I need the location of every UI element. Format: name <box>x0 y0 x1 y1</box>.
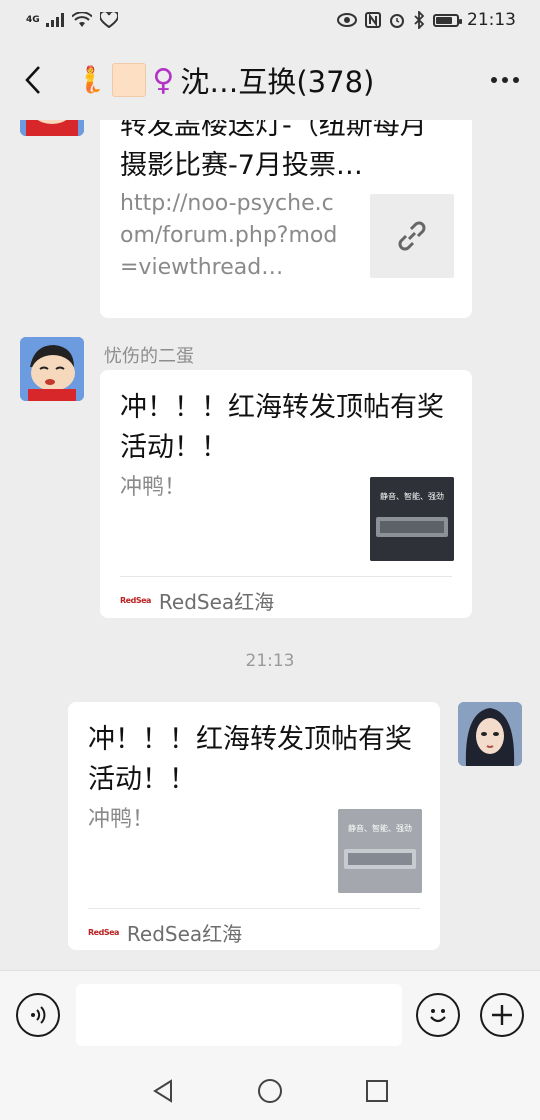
nav-back-button[interactable] <box>151 1078 175 1108</box>
thumbnail-caption: 静音、智能、强劲 <box>380 491 444 501</box>
status-bar: 4G 21:13 <box>0 0 540 40</box>
eye-icon <box>337 13 357 27</box>
sender-avatar-shinchan[interactable] <box>20 337 84 401</box>
mini-card-description: 冲鸭！ <box>88 807 155 832</box>
mini-card-description: 冲鸭！ <box>120 475 187 500</box>
sender-avatar-shinchan[interactable] <box>20 120 84 136</box>
signal-icon <box>46 13 64 27</box>
female-sign-emoji: ♀ <box>152 62 175 98</box>
square-recents-icon <box>366 1080 388 1102</box>
heart-icon <box>100 12 118 28</box>
chat-title: 🧜 ♀ 沈…互换(378) <box>66 59 470 101</box>
voice-input-button[interactable] <box>16 993 60 1037</box>
mini-card-title: 冲！！！红海转发顶帖有奖活动！！ <box>120 392 444 463</box>
product-image: 静音、智能、强劲 <box>338 809 422 893</box>
card-source-label: RedSea红海 <box>126 922 243 946</box>
more-options-button[interactable] <box>470 40 540 120</box>
thumbnail-caption: 静音、智能、强劲 <box>348 823 412 833</box>
more-dot-icon <box>491 77 497 83</box>
triangle-back-icon <box>153 1079 172 1103</box>
plus-icon <box>492 1005 512 1025</box>
system-navigation-bar <box>0 1066 540 1120</box>
more-functions-button[interactable] <box>480 993 524 1037</box>
message-list[interactable]: 转发盖楼送灯-（纽斯每月摄影比赛-7月投票… http://noo-psyche… <box>0 120 540 970</box>
timestamp: 21:13 <box>245 651 295 671</box>
circle-home-icon <box>258 1079 282 1103</box>
message-input[interactable] <box>76 984 402 1046</box>
shinchan-avatar-image <box>20 337 84 401</box>
girl-avatar-image <box>458 702 522 766</box>
mini-card-thumbnail: 静音、智能、强劲 <box>338 809 422 893</box>
back-button[interactable] <box>0 40 66 120</box>
redsea-logo: RedSea <box>120 596 151 605</box>
chat-title-text: 沈…互换(378) <box>180 65 375 99</box>
chevron-left-icon <box>25 66 40 94</box>
link-card-title: 转发盖楼送灯-（纽斯每月摄影比赛-7月投票… <box>120 120 427 181</box>
card-divider <box>88 908 420 909</box>
nfc-icon <box>365 12 381 28</box>
shinchan-avatar-image <box>20 120 84 136</box>
bluetooth-icon <box>414 11 425 29</box>
status-time: 21:13 <box>467 10 516 30</box>
card-source-label: RedSea红海 <box>158 590 275 614</box>
card-divider <box>120 576 452 577</box>
battery-level <box>436 16 452 24</box>
emoji-button[interactable] <box>416 993 460 1037</box>
link-thumbnail <box>370 194 454 278</box>
mini-program-card-self[interactable]: 冲！！！红海转发顶帖有奖活动！！ 冲鸭！ 静音、智能、强劲 RedSea Red… <box>68 702 440 950</box>
voice-icon <box>31 1006 46 1024</box>
chat-header: 🧜 ♀ 沈…互换(378) <box>0 40 540 120</box>
nav-recents-button[interactable] <box>365 1079 389 1107</box>
peach-square-emoji <box>112 63 147 97</box>
link-card-url: http://noo-psyche.com/forum.php?mod=view… <box>120 191 338 280</box>
link-icon <box>398 221 426 251</box>
product-image: 静音、智能、强劲 <box>370 477 454 561</box>
mini-card-title: 冲！！！红海转发顶帖有奖活动！！ <box>88 724 412 795</box>
link-card[interactable]: 转发盖楼送灯-（纽斯每月摄影比赛-7月投票… http://noo-psyche… <box>100 120 472 318</box>
mermaid-emoji: 🧜 <box>74 65 107 95</box>
status-left: 4G <box>26 12 118 28</box>
self-avatar[interactable] <box>458 702 522 766</box>
network-type-label: 4G <box>26 14 40 25</box>
nav-home-button[interactable] <box>257 1078 283 1108</box>
battery-icon <box>433 13 462 27</box>
mini-program-card[interactable]: 冲！！！红海转发顶帖有奖活动！！ 冲鸭！ 静音、智能、强劲 RedSea Red… <box>100 370 472 618</box>
status-right: 21:13 <box>337 10 516 30</box>
wifi-icon <box>72 12 92 27</box>
alarm-icon <box>390 14 404 28</box>
emoji-icon <box>430 1009 446 1023</box>
mini-card-thumbnail: 静音、智能、强劲 <box>370 477 454 561</box>
card-source: RedSea RedSea红海 <box>88 918 242 947</box>
more-dot-icon <box>513 77 519 83</box>
more-dot-icon <box>502 77 508 83</box>
card-source: RedSea RedSea红海 <box>120 586 274 615</box>
sender-name: 忧伤的二蛋 <box>104 346 194 367</box>
redsea-logo: RedSea <box>88 928 119 937</box>
message-input-bar <box>0 970 540 1066</box>
